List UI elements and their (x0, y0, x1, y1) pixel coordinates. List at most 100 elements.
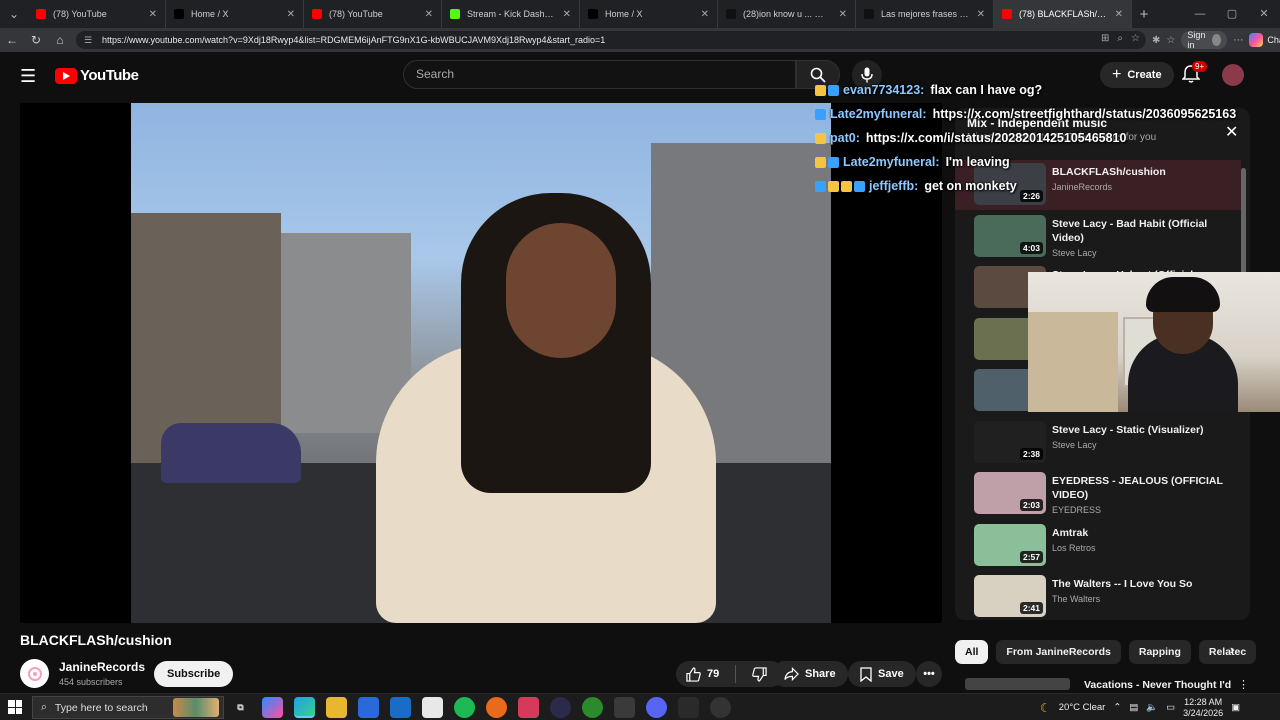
sign-in-label: Sign in (1187, 30, 1206, 50)
back-icon[interactable]: ← (0, 33, 24, 47)
filter-chip[interactable]: From JanineRecords (996, 640, 1121, 664)
playlist-item-channel: Steve Lacy (1052, 247, 1097, 258)
weather-icon[interactable]: ☾ (1040, 701, 1051, 715)
streaming-app-icon[interactable] (550, 697, 571, 718)
browser-tab[interactable]: Home / X ✕ (166, 0, 304, 28)
playlist-item[interactable]: 2:41 The Walters -- I Love You So The Walt… (955, 572, 1241, 620)
taskbar-search-input[interactable]: ⌕ Type here to search (32, 696, 224, 719)
minimize-icon[interactable]: — (1184, 0, 1216, 28)
video-player[interactable] (20, 103, 942, 623)
playlist-item[interactable]: 2:57 Amtrak Los Retros (955, 521, 1241, 571)
filter-chip[interactable]: Rapping (1128, 640, 1191, 664)
tabs-container: (78) YouTube ✕ Home / X ✕ (78) YouTube ✕ Strea… (28, 0, 1132, 28)
chat-badge-icon (815, 108, 826, 120)
playlist-item-thumbnail[interactable]: 2:03 (974, 472, 1046, 514)
save-button[interactable]: Save (848, 661, 916, 687)
subscribe-button[interactable]: Subscribe (154, 661, 234, 687)
webcam-chairs (1028, 312, 1118, 412)
browser-tab[interactable]: Las mejores frases de Stream ✕ (856, 0, 994, 28)
playlist-item-thumbnail[interactable]: 2:41 (974, 575, 1046, 617)
microsoft-store-icon[interactable] (358, 697, 379, 718)
playlist-item-thumbnail[interactable]: 4:03 (974, 214, 1046, 257)
tab-close-icon[interactable]: ✕ (977, 9, 985, 20)
copilot-chat-button[interactable]: Chat (1249, 33, 1280, 47)
tab-title: (78) YouTube (329, 9, 383, 19)
browser-tab[interactable]: Home / X ✕ (580, 0, 718, 28)
valorant-icon[interactable] (518, 697, 539, 718)
network-icon[interactable]: ▤ (1129, 702, 1138, 713)
browser-tab[interactable]: (78) YouTube ✕ (28, 0, 166, 28)
show-hidden-icons-icon[interactable]: ⌃ (1113, 702, 1121, 713)
guide-menu-icon[interactable]: ☰ (20, 66, 38, 86)
app-available-icon[interactable]: ⊞ (1101, 33, 1109, 44)
tab-favicon-icon (174, 9, 184, 19)
next-related-video[interactable]: Vacations - Never Thought I'd ⋮ (955, 676, 1250, 691)
close-window-icon[interactable]: ✕ (1248, 0, 1280, 28)
browser-tab[interactable]: (78) BLACKFLASh/cushio ✕ (994, 0, 1132, 28)
playlist-item[interactable]: 2:03 EYEDRESS - JEALOUS (OFFICIAL VIDEO) E… (955, 469, 1241, 519)
search-input[interactable]: Search (403, 60, 796, 89)
next-video-thumbnail[interactable] (965, 678, 1070, 690)
more-actions-button[interactable]: ••• (916, 661, 942, 687)
more-menu-icon[interactable]: ⋯ (1233, 35, 1243, 46)
site-info-icon[interactable]: ☰ (84, 35, 94, 45)
tab-list-chevron-icon[interactable]: ⌄ (0, 0, 28, 28)
tab-close-icon[interactable]: ✕ (701, 9, 709, 20)
address-bar[interactable]: ☰ https://www.youtube.com/watch?v=9Xdj18… (76, 31, 1146, 49)
file-explorer-icon[interactable] (326, 697, 347, 718)
tab-title: Home / X (191, 9, 229, 19)
system-clock[interactable]: 12:28 AM 3/24/2026 (1183, 697, 1223, 719)
tab-close-icon[interactable]: ✕ (1115, 9, 1123, 20)
favorites-icon[interactable]: ☆ (1166, 35, 1175, 46)
channel-avatar[interactable] (20, 659, 49, 688)
browser-tab[interactable]: (28)ion know u ... @jugo ✕ (718, 0, 856, 28)
chrome-icon[interactable] (710, 697, 731, 718)
filter-chip[interactable]: All (955, 640, 989, 664)
channel-name[interactable]: JanineRecords (59, 660, 145, 674)
obs-or-app-icon[interactable] (486, 697, 507, 718)
favorite-star-icon[interactable]: ☆ (1131, 33, 1140, 44)
tab-close-icon[interactable]: ✕ (425, 9, 433, 20)
tab-close-icon[interactable]: ✕ (149, 9, 157, 20)
playlist-item-duration: 2:38 (1019, 447, 1043, 460)
webcam-overlay (1028, 272, 1280, 412)
new-tab-button[interactable]: + (1132, 6, 1156, 23)
shield-app-icon[interactable] (614, 697, 635, 718)
zoom-icon[interactable]: ⌕ (1117, 33, 1123, 44)
notification-center-icon[interactable]: ▣ (1231, 702, 1240, 713)
copilot-app-icon[interactable] (262, 697, 283, 718)
notepad-icon[interactable] (422, 697, 443, 718)
like-button[interactable]: 79 (676, 661, 729, 687)
youtube-logo[interactable]: YouTube (55, 67, 139, 84)
tab-close-icon[interactable]: ✕ (563, 9, 571, 20)
playlist-item-title: Steve Lacy - Static (Visualizer) (1052, 423, 1204, 436)
sign-in-button[interactable]: Sign in (1181, 30, 1228, 50)
edge-browser-icon[interactable] (294, 697, 315, 718)
extensions-icon[interactable]: ✱ (1152, 35, 1160, 46)
share-button[interactable]: Share (772, 661, 848, 687)
tab-close-icon[interactable]: ✕ (287, 9, 295, 20)
chevron-right-icon[interactable]: › (1222, 642, 1242, 662)
discord-icon[interactable] (646, 697, 667, 718)
xbox-icon[interactable] (582, 697, 603, 718)
battery-icon[interactable]: ▭ (1166, 702, 1175, 713)
spotify-icon[interactable] (454, 697, 475, 718)
browser-tab[interactable]: (78) YouTube ✕ (304, 0, 442, 28)
home-icon[interactable]: ⌂ (48, 33, 72, 47)
browser-tab[interactable]: Stream - Kick Dashboard ✕ (442, 0, 580, 28)
playlist-item[interactable]: 2:38 Steve Lacy - Static (Visualizer) Stev… (955, 418, 1241, 468)
playlist-item-thumbnail[interactable]: 2:57 (974, 523, 1046, 566)
volume-icon[interactable]: 🔈 (1146, 702, 1158, 713)
playlist-item-thumbnail[interactable]: 2:38 (974, 420, 1046, 463)
more-vertical-icon[interactable]: ⋮ (1238, 678, 1249, 691)
tab-close-icon[interactable]: ✕ (839, 9, 847, 20)
next-video-title[interactable]: Vacations - Never Thought I'd (1084, 679, 1231, 691)
outlook-icon[interactable] (390, 697, 411, 718)
maximize-icon[interactable]: ▢ (1216, 0, 1248, 28)
weather-text[interactable]: 20°C Clear (1059, 702, 1106, 713)
playlist-item[interactable]: 4:03 Steve Lacy - Bad Habit (Official Vid… (955, 212, 1241, 262)
task-view-icon[interactable]: ⧉ (230, 697, 251, 718)
reload-icon[interactable]: ↻ (24, 33, 48, 47)
epic-games-icon[interactable] (678, 697, 699, 718)
windows-start-icon[interactable] (8, 700, 22, 714)
